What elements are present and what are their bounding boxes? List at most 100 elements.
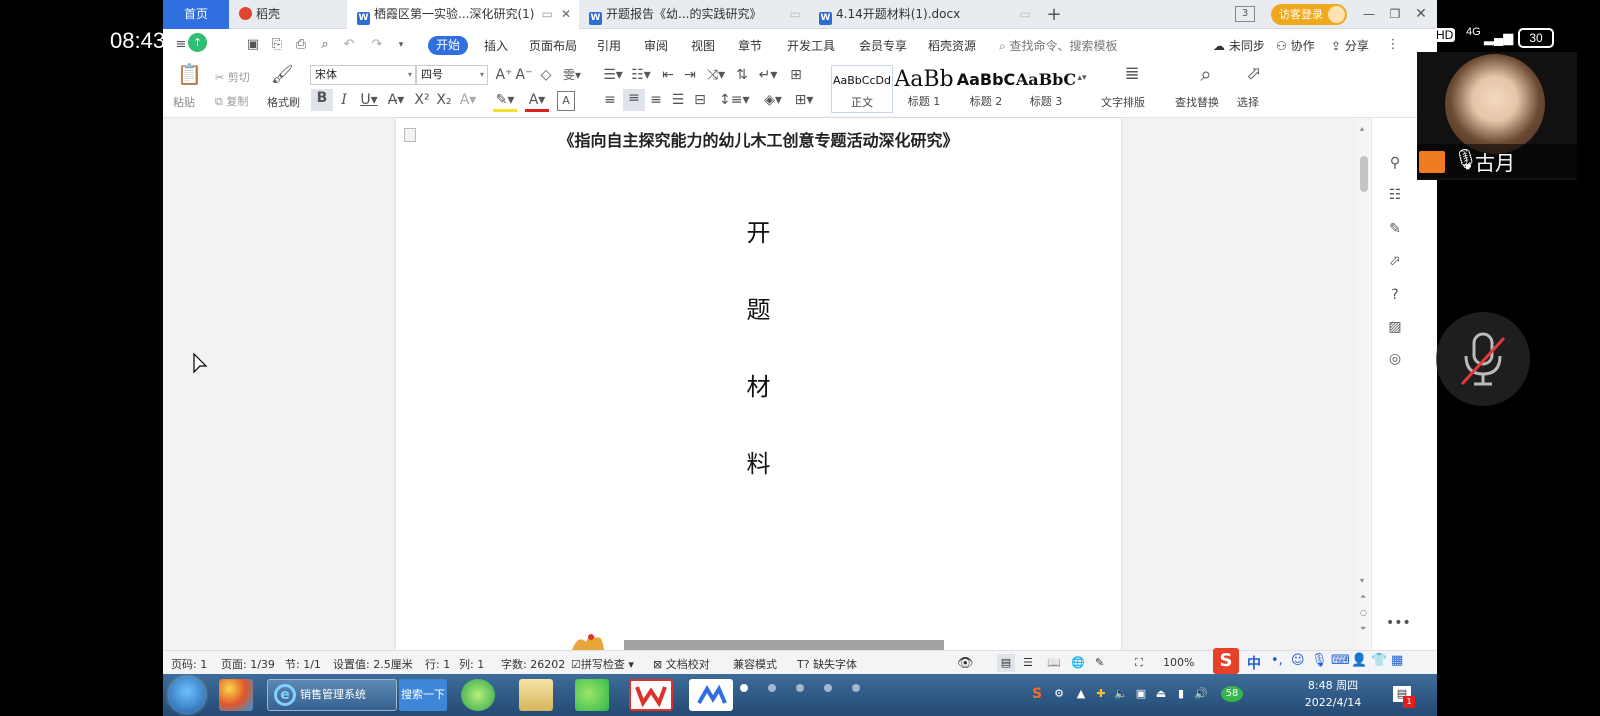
sync-status[interactable]: ☁ 未同步 <box>1213 37 1265 54</box>
align-left-icon[interactable]: ≡ <box>601 91 619 109</box>
menu-chapter[interactable]: 章节 <box>738 37 762 54</box>
clear-format-icon[interactable]: ◇ <box>537 66 555 84</box>
tab-current-doc[interactable]: W 栖霞区第一实验...深化研究(1) ▭ ✕ <box>347 0 579 29</box>
menu-reference[interactable]: 引用 <box>597 37 621 54</box>
menu-view[interactable]: 视图 <box>691 37 715 54</box>
select-icon[interactable]: ⬀ <box>1243 65 1265 83</box>
more-icon[interactable]: ⋮ <box>1385 37 1401 53</box>
print-preview-icon[interactable]: ⌕ <box>317 37 333 53</box>
wps-office-icon[interactable] <box>629 679 673 711</box>
save-icon[interactable]: ▣ <box>245 37 261 53</box>
align-right-icon[interactable]: ≡ <box>647 91 665 109</box>
document-page[interactable]: 《指向自主探究能力的幼儿木工创意专题活动深化研究》 开 题 材 料 <box>396 118 1121 650</box>
menu-icon[interactable]: ≡ <box>173 37 189 53</box>
close-window-icon[interactable]: ✕ <box>1410 4 1432 25</box>
ie-taskbar-item[interactable]: e 销售管理系统 <box>267 679 397 711</box>
new-tab-button[interactable]: + <box>1043 4 1065 25</box>
font-name-select[interactable]: 宋体 ▾ <box>310 65 416 85</box>
status-setting[interactable]: 设置值: 2.5厘米 <box>333 656 413 672</box>
emoji-icon[interactable]: ☺ <box>1291 653 1305 668</box>
taskbar-clock[interactable]: 8:48 周四 2022/4/14 <box>1303 677 1363 711</box>
missing-fonts-button[interactable]: T? 缺失字体 <box>797 656 857 672</box>
tab-doc-material[interactable]: W 4.14开题材料(1).docx ▭ <box>809 0 1039 29</box>
close-icon[interactable]: ✕ <box>561 0 571 29</box>
font-size-select[interactable]: 四号 ▾ <box>416 65 488 85</box>
start-button[interactable] <box>169 677 205 713</box>
phonetic-icon[interactable]: 雯▾ <box>559 66 585 84</box>
decrease-indent-icon[interactable]: ⇤ <box>659 66 677 84</box>
sogou-tray-icon[interactable]: S <box>1029 686 1045 702</box>
borders-icon[interactable]: ⊞▾ <box>791 91 817 109</box>
table-tools-icon[interactable]: ⊞ <box>787 66 805 84</box>
toolbox-icon[interactable]: ▦ <box>1391 653 1403 668</box>
settings-tray-icon[interactable]: ⚙ <box>1051 686 1067 702</box>
compass-icon[interactable]: ◎ <box>1386 350 1404 368</box>
keyboard-icon[interactable]: ⌨ <box>1331 653 1350 668</box>
fit-page-icon[interactable]: ⛶ <box>1135 656 1143 670</box>
eye-protection-icon[interactable]: 👁 <box>957 656 974 671</box>
style-heading-2[interactable]: AaBbC 标题 2 <box>955 65 1017 113</box>
menu-insert[interactable]: 插入 <box>484 37 508 54</box>
reading-view-icon[interactable]: 📖 <box>1047 656 1061 669</box>
tray-badge[interactable]: 58 <box>1221 686 1243 702</box>
user-ime-icon[interactable]: 👤 <box>1351 653 1367 668</box>
usb-icon[interactable]: ⏏ <box>1153 686 1169 702</box>
select-browse-icon[interactable]: ○ <box>1360 608 1367 617</box>
punctuation-icon[interactable]: •, <box>1271 653 1283 668</box>
scroll-down-icon[interactable]: ▾ <box>1360 576 1364 585</box>
speaker-tray-icon[interactable]: 🔈 <box>1113 686 1129 702</box>
menu-review[interactable]: 审阅 <box>644 37 668 54</box>
status-page-no[interactable]: 页码: 1 <box>171 656 207 672</box>
menu-page-layout[interactable]: 页面布局 <box>529 37 577 54</box>
scroll-up-icon[interactable]: ▴ <box>1360 124 1364 133</box>
pen-mode-icon[interactable]: ✎ <box>1095 656 1104 669</box>
restore-icon[interactable]: ❐ <box>1384 4 1406 25</box>
align-center-icon[interactable]: ≡ <box>623 89 645 111</box>
tab-doc-report[interactable]: W 开题报告《幼...的实践研究》 ▭ <box>579 0 809 29</box>
italic-icon[interactable]: I <box>335 91 353 109</box>
meeting-tray-icon[interactable]: ▲ <box>1073 686 1089 702</box>
shading-icon[interactable]: ◈▾ <box>759 91 787 109</box>
wechat-icon[interactable] <box>575 679 609 711</box>
sogou-ime-icon[interactable]: S <box>1213 648 1239 674</box>
security-tray-icon[interactable]: ✚ <box>1093 686 1109 702</box>
chinese-layout-icon[interactable]: ⤨▾ <box>703 66 729 84</box>
format-painter-label[interactable]: 格式刷 <box>267 94 300 110</box>
status-section[interactable]: 节: 1/1 <box>285 656 321 672</box>
settings-sliders-icon[interactable]: ☷ <box>1386 186 1404 204</box>
strikethrough-icon[interactable]: A̶▾ <box>385 91 407 109</box>
copy-button[interactable]: ⧉ 复制 <box>215 93 248 109</box>
status-col[interactable]: 列: 1 <box>459 656 484 672</box>
menu-member[interactable]: 会员专享 <box>859 37 907 54</box>
cursor-icon[interactable]: ⬀ <box>1386 252 1404 270</box>
underline-icon[interactable]: U▾ <box>357 91 381 109</box>
char-border-icon[interactable]: A <box>557 91 575 111</box>
pin-icon[interactable]: ▭ <box>1020 0 1031 29</box>
menu-docer-resources[interactable]: 稻壳资源 <box>928 37 976 54</box>
pin-icon[interactable]: ▭ <box>790 0 801 29</box>
image-tool-icon[interactable]: ▨ <box>1386 318 1404 336</box>
text-effect-icon[interactable]: A▾ <box>457 91 479 109</box>
status-word-count[interactable]: 字数: 26202 <box>501 656 565 672</box>
text-layout-icon[interactable]: ≣ <box>1119 65 1145 83</box>
next-page-icon[interactable]: ⏷ <box>1360 624 1366 634</box>
print-icon[interactable]: ⎙ <box>293 37 309 53</box>
pen-icon[interactable]: ✎ <box>1386 220 1404 238</box>
menu-start[interactable]: 开始 <box>428 36 468 55</box>
spell-check-toggle[interactable]: ☑拼写检查 ▾ <box>571 656 634 672</box>
file-explorer-icon[interactable] <box>519 679 553 711</box>
text-layout-button[interactable]: 文字排版 <box>1101 94 1145 110</box>
voice-input-icon[interactable]: 🎙 <box>1311 653 1328 668</box>
share-button[interactable]: ⇪ 分享 <box>1331 37 1373 54</box>
pin-icon[interactable]: ▭ <box>542 0 553 29</box>
prev-page-icon[interactable]: ⏶ <box>1360 592 1366 602</box>
shrink-font-icon[interactable]: A⁻ <box>515 66 533 84</box>
grow-font-icon[interactable]: A⁺ <box>495 66 513 84</box>
find-replace-button[interactable]: 查找替换 <box>1175 94 1219 110</box>
participant-video-tile[interactable]: 🎙 古月 <box>1417 52 1577 180</box>
menu-dev-tools[interactable]: 开发工具 <box>787 37 835 54</box>
paste-icon[interactable]: 📋 <box>177 64 202 89</box>
style-panel-icon[interactable]: ⚲ <box>1386 154 1404 172</box>
line-spacing-icon[interactable]: ↕≡▾ <box>719 91 750 109</box>
collab-button[interactable]: ⚇ 协作 <box>1276 37 1315 54</box>
